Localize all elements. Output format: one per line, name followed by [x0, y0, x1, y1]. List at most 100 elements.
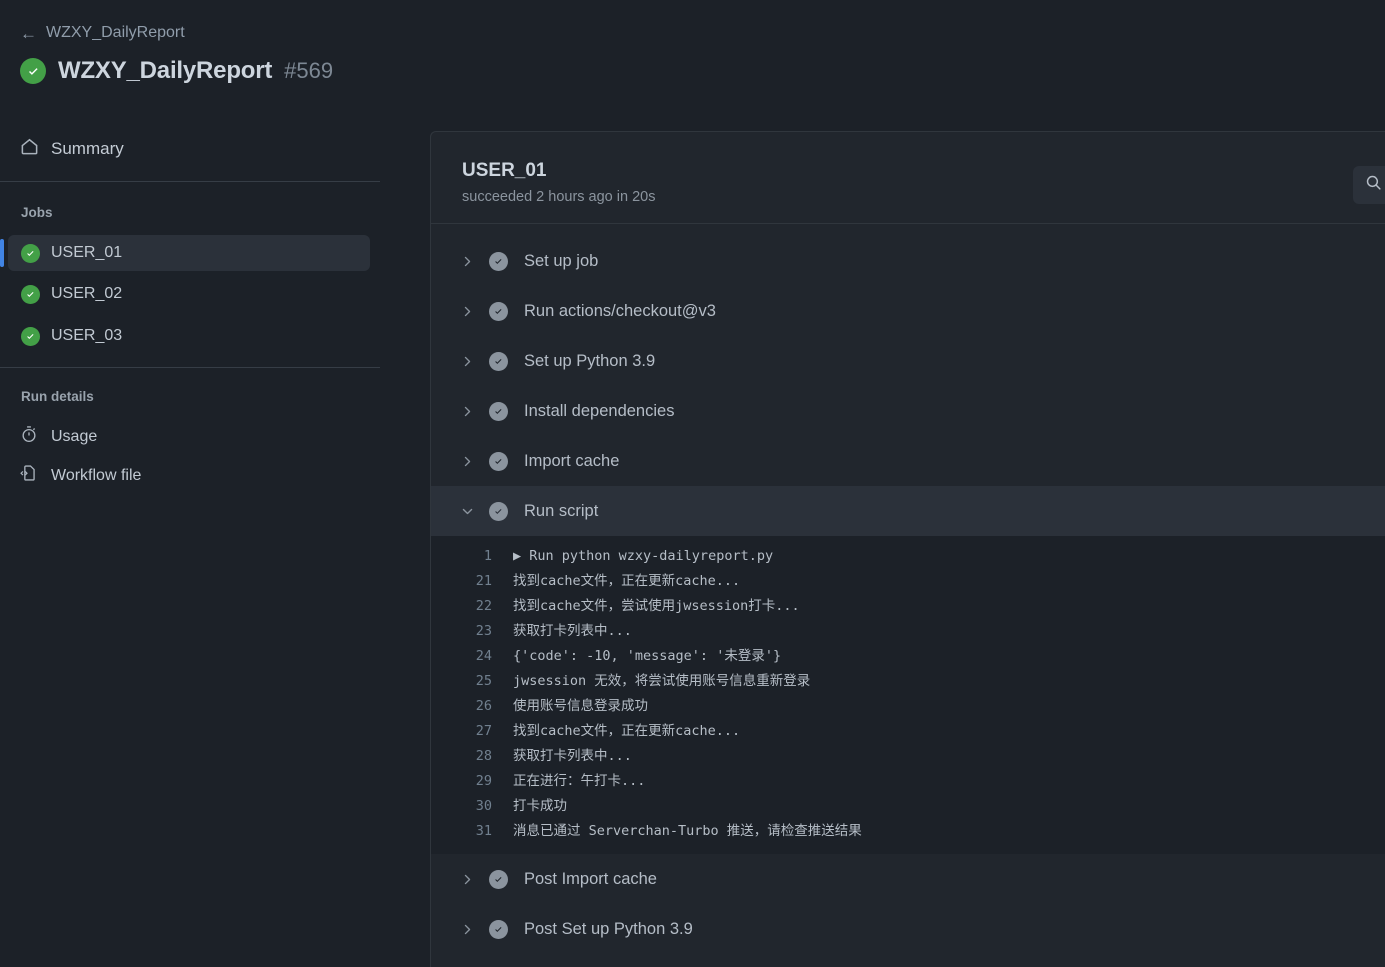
job-detail-panel: USER_01 succeeded 2 hours ago in 20s Set…: [430, 131, 1385, 967]
selected-indicator: [0, 239, 4, 267]
log-line: 28 获取打卡列表中...: [431, 744, 1385, 769]
step-label: Set up Python 3.9: [524, 351, 656, 370]
sidebar-item-user-03-label: USER_03: [51, 327, 123, 344]
sidebar-divider-top: [0, 181, 380, 182]
log-line-number: 31: [475, 823, 492, 839]
chevron-right-icon: [461, 405, 489, 418]
job-name: USER_01: [462, 160, 547, 181]
sidebar-item-user-01-label: USER_01: [51, 244, 123, 261]
step-label: Run actions/checkout@v3: [524, 301, 716, 320]
sidebar-item-user-02-label: USER_02: [51, 285, 123, 302]
log-line-text: 找到cache文件，尝试使用jwsession打卡...: [513, 598, 800, 614]
sidebar-item-usage-label: Usage: [51, 427, 98, 445]
step-set-up-job[interactable]: Set up job: [431, 236, 1385, 286]
step-run-actions-checkout[interactable]: Run actions/checkout@v3: [431, 286, 1385, 336]
breadcrumb[interactable]: ← WZXY_DailyReport: [20, 24, 185, 42]
home-icon: [20, 137, 39, 161]
log-line-text: 正在进行：午打卡...: [513, 773, 646, 789]
sidebar-item-workflow-file-label: Workflow file: [51, 466, 142, 484]
log-line: 25 jwsession 无效，将尝试使用账号信息重新登录: [431, 669, 1385, 694]
log-line-text: 获取打卡列表中...: [513, 748, 632, 764]
page-title: WZXY_DailyReport #569: [20, 57, 333, 85]
log-line-number: 28: [475, 748, 492, 764]
step-label: Install dependencies: [524, 401, 675, 420]
log-output[interactable]: 1 ▶ Run python wzxy-dailyreport.py 21 找到…: [431, 536, 1385, 854]
sidebar-item-user-02[interactable]: USER_02: [8, 276, 370, 312]
log-line-number: 1: [483, 548, 492, 564]
step-success-icon: [489, 251, 508, 271]
success-check-icon: [21, 243, 40, 263]
log-line-text: 找到cache文件，正在更新cache...: [513, 573, 741, 589]
log-line: 27 找到cache文件，正在更新cache...: [431, 719, 1385, 744]
chevron-right-icon: [461, 255, 489, 268]
step-label: Post Import cache: [524, 869, 657, 888]
chevron-right-icon: [461, 305, 489, 318]
chevron-right-icon: [461, 455, 489, 468]
sidebar-item-usage[interactable]: Usage: [20, 425, 97, 448]
success-check-icon: [21, 284, 40, 304]
step-label: Set up job: [524, 251, 599, 270]
chevron-right-icon: [461, 873, 489, 886]
log-line-text: {'code': -10, 'message': '未登录'}: [513, 648, 782, 664]
sidebar-item-summary-label: Summary: [51, 139, 124, 158]
step-install-dependencies[interactable]: Install dependencies: [431, 386, 1385, 436]
success-check-icon: [21, 326, 40, 346]
step-success-icon: [489, 919, 508, 939]
breadcrumb-workflow-link[interactable]: WZXY_DailyReport: [46, 24, 185, 42]
chevron-right-icon: [461, 923, 489, 936]
log-line-text: 使用账号信息登录成功: [513, 698, 648, 714]
step-success-icon: [489, 869, 508, 889]
sidebar-divider-bottom: [0, 367, 380, 368]
log-line: 30 打卡成功: [431, 794, 1385, 819]
sidebar-item-user-03[interactable]: USER_03: [8, 318, 370, 354]
chevron-down-icon: [461, 505, 489, 518]
log-line-number: 24: [475, 648, 492, 664]
sidebar: ← WZXY_DailyReport WZXY_DailyReport #569…: [0, 0, 430, 967]
log-line: 29 正在进行：午打卡...: [431, 769, 1385, 794]
log-line: 1 ▶ Run python wzxy-dailyreport.py: [431, 544, 1385, 569]
log-line: 31 消息已通过 Serverchan-Turbo 推送，请检查推送结果: [431, 819, 1385, 844]
step-success-icon: [489, 401, 508, 421]
log-line-number: 26: [475, 698, 492, 714]
step-success-icon: [489, 451, 508, 471]
search-icon: [1365, 174, 1382, 196]
log-line-text: ▶ Run python wzxy-dailyreport.py: [513, 548, 774, 564]
search-logs-button[interactable]: [1353, 166, 1385, 204]
log-line: 26 使用账号信息登录成功: [431, 694, 1385, 719]
sidebar-section-jobs-label: Jobs: [21, 205, 53, 220]
log-line-number: 27: [475, 723, 492, 739]
sidebar-item-workflow-file[interactable]: Workflow file: [20, 464, 141, 487]
stopwatch-icon: [20, 425, 38, 448]
sidebar-item-summary[interactable]: Summary: [20, 137, 124, 161]
log-line-text: 消息已通过 Serverchan-Turbo 推送，请检查推送结果: [513, 823, 862, 839]
log-line-number: 23: [475, 623, 492, 639]
sidebar-section-run-details-label: Run details: [21, 389, 94, 404]
file-code-icon: [20, 464, 38, 487]
step-success-icon: [489, 351, 508, 371]
step-post-import-cache[interactable]: Post Import cache: [431, 854, 1385, 904]
step-label: Run script: [524, 501, 599, 520]
log-line: 22 找到cache文件，尝试使用jwsession打卡...: [431, 594, 1385, 619]
workflow-run-page: ← WZXY_DailyReport WZXY_DailyReport #569…: [0, 0, 1385, 967]
step-success-icon: [489, 501, 508, 521]
step-post-set-up-python[interactable]: Post Set up Python 3.9: [431, 904, 1385, 954]
run-number: #569: [284, 58, 334, 83]
log-line-number: 30: [475, 798, 492, 814]
steps-list: Set up job Run actions/checkout@v3 Set u…: [431, 224, 1385, 954]
log-line-number: 22: [475, 598, 492, 614]
log-line-number: 21: [475, 573, 492, 589]
run-title-text: WZXY_DailyReport: [58, 57, 273, 84]
back-arrow-icon[interactable]: ←: [20, 25, 37, 42]
step-run-script[interactable]: Run script: [431, 486, 1385, 536]
log-line-text: 找到cache文件，正在更新cache...: [513, 723, 741, 739]
sidebar-item-user-01[interactable]: USER_01: [0, 235, 370, 271]
log-line-number: 25: [475, 673, 492, 689]
success-check-icon: [20, 58, 46, 84]
step-import-cache[interactable]: Import cache: [431, 436, 1385, 486]
job-status-meta: succeeded 2 hours ago in 20s: [462, 189, 656, 205]
log-line-text: jwsession 无效，将尝试使用账号信息重新登录: [513, 673, 811, 689]
log-line-text: 获取打卡列表中...: [513, 623, 632, 639]
step-set-up-python[interactable]: Set up Python 3.9: [431, 336, 1385, 386]
job-header: USER_01 succeeded 2 hours ago in 20s: [431, 132, 1385, 224]
log-line: 24 {'code': -10, 'message': '未登录'}: [431, 644, 1385, 669]
